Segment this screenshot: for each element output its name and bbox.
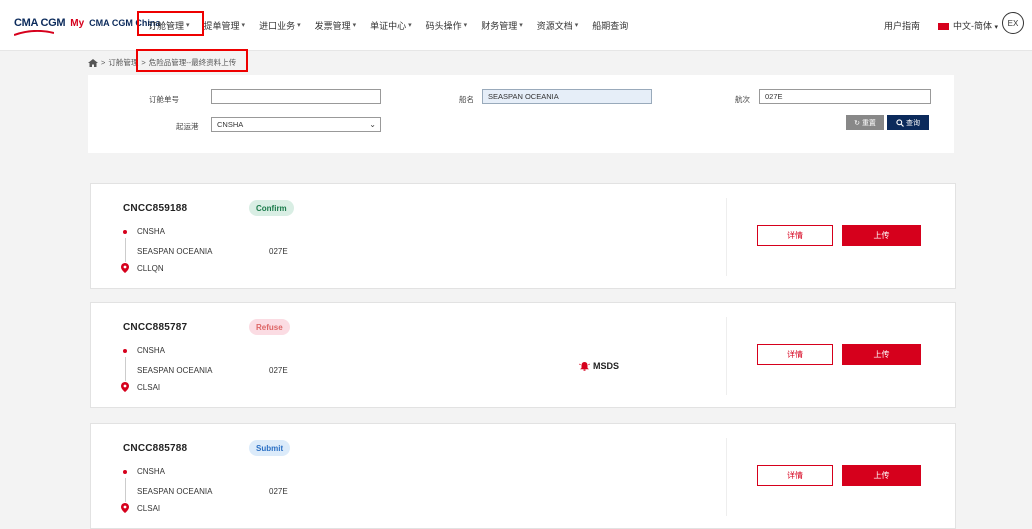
pod-code: CLSAI xyxy=(137,504,161,513)
pol-label: 起运港 xyxy=(176,122,199,131)
breadcrumb-sep: > xyxy=(101,58,106,67)
pod-code: CLLQN xyxy=(137,264,164,273)
pol-code: CNSHA xyxy=(137,227,166,236)
nav-terminal[interactable]: 码头操作 ▾ xyxy=(426,19,468,32)
nav-schedule[interactable]: 船期查询 xyxy=(592,19,628,32)
status-badge: Refuse xyxy=(249,319,290,335)
route-line xyxy=(124,238,126,262)
vessel-label: 船名 xyxy=(459,95,474,104)
vessel-name: SEASPAN OCEANIA xyxy=(137,487,213,496)
search-label: 查询 xyxy=(906,119,920,127)
booking-no-input[interactable] xyxy=(211,89,381,104)
voyage-label: 航次 xyxy=(735,95,750,104)
chevron-down-icon: ▾ xyxy=(297,22,301,29)
nav-docs[interactable]: 单证中心 ▾ xyxy=(370,19,412,32)
msds-label: MSDS xyxy=(593,361,620,371)
nav-resources-label: 资源文档 xyxy=(536,20,573,31)
voyage-input[interactable]: 027E xyxy=(759,89,931,104)
search-button[interactable]: 查询 xyxy=(887,115,929,130)
nav-import-label: 进口业务 xyxy=(259,20,296,31)
language-select[interactable]: 中文-简体 ▾ xyxy=(937,19,998,32)
pol-code: CNSHA xyxy=(137,467,166,476)
chevron-down-icon: ▾ xyxy=(519,22,523,29)
voyage-number: 027E xyxy=(269,366,288,375)
logo-swoosh-icon xyxy=(14,30,54,36)
refresh-icon: ↻ xyxy=(854,119,860,127)
nav-bl-label: 提单管理 xyxy=(203,20,240,31)
divider xyxy=(726,438,727,516)
highlight-box xyxy=(136,49,248,72)
chevron-down-icon: ⌄ xyxy=(369,120,376,129)
route-line xyxy=(124,357,126,381)
voyage-number: 027E xyxy=(269,247,288,256)
search-panel: 订舱单号 船名 SEASPAN OCEANIA 航次 027E 起运港 CNSH… xyxy=(88,75,954,153)
location-pin-icon xyxy=(121,382,129,392)
home-icon[interactable] xyxy=(88,58,98,67)
nav-schedule-label: 船期查询 xyxy=(592,20,629,31)
reset-label: 重置 xyxy=(861,119,876,127)
nav-import[interactable]: 进口业务 ▾ xyxy=(259,19,301,32)
booking-no-label: 订舱单号 xyxy=(149,95,179,104)
chevron-down-icon: ▾ xyxy=(463,22,468,29)
divider xyxy=(726,198,727,276)
reset-button[interactable]: ↻ 重置 xyxy=(846,115,884,130)
chevron-down-icon: ▾ xyxy=(574,22,579,29)
nav-finance-label: 财务管理 xyxy=(481,20,518,31)
status-badge: Confirm xyxy=(249,200,294,216)
nav-invoice[interactable]: 发票管理 ▾ xyxy=(315,19,357,32)
booking-number[interactable]: CNCC859188 xyxy=(123,203,187,214)
alarm-bell-icon xyxy=(579,362,590,371)
highlight-box xyxy=(137,11,204,36)
msds-link[interactable]: MSDS xyxy=(579,361,619,371)
search-icon xyxy=(896,118,904,127)
logo-my: My xyxy=(70,18,85,29)
upload-button[interactable]: 上传 xyxy=(842,344,921,365)
chevron-down-icon: ▾ xyxy=(352,22,357,29)
pol-select-value: CNSHA xyxy=(217,120,244,129)
booking-card: CNCC885788 Submit CNSHA SEASPAN OCEANIA … xyxy=(90,423,956,529)
divider xyxy=(726,317,727,395)
detail-button[interactable]: 详情 xyxy=(757,225,833,246)
nav-finance[interactable]: 财务管理 ▾ xyxy=(481,19,523,32)
main-nav: 订舱管理 ▾ 提单管理 ▾ 进口业务 ▾ 发票管理 ▾ 单证中心 ▾ 码头操作 ▾ 财务管理… xyxy=(148,0,642,50)
chevron-down-icon: ▾ xyxy=(241,22,246,29)
nav-bl[interactable]: 提单管理 ▾ xyxy=(204,19,246,32)
pol-select[interactable]: CNSHA ⌄ xyxy=(211,117,381,132)
nav-resources[interactable]: 资源文档 ▾ xyxy=(537,19,579,32)
detail-button[interactable]: 详情 xyxy=(757,465,833,486)
top-navbar: CMA CGM My CMA CGM China 订舱管理 ▾ 提单管理 ▾ 进口业… xyxy=(0,0,1032,51)
user-avatar[interactable]: EX xyxy=(1002,12,1024,34)
origin-dot-icon xyxy=(123,349,127,353)
chevron-down-icon: ▾ xyxy=(408,22,412,29)
booking-card: CNCC885787 Refuse CNSHA SEASPAN OCEANIA … xyxy=(90,302,956,408)
detail-button[interactable]: 详情 xyxy=(757,344,833,365)
china-flag-icon xyxy=(937,22,949,30)
pol-code: CNSHA xyxy=(137,346,166,355)
location-pin-icon xyxy=(121,263,129,273)
location-pin-icon xyxy=(121,503,129,513)
upload-button[interactable]: 上传 xyxy=(842,225,921,246)
status-badge: Submit xyxy=(249,440,291,456)
upload-button[interactable]: 上传 xyxy=(842,465,921,486)
nav-docs-label: 单证中心 xyxy=(370,20,407,31)
voyage-number: 027E xyxy=(269,487,288,496)
booking-number[interactable]: CNCC885788 xyxy=(123,443,187,454)
logo-cma-cgm: CMA CGM xyxy=(14,17,66,29)
booking-card: CNCC859188 Confirm CNSHA SEASPAN OCEANIA… xyxy=(90,183,956,289)
nav-terminal-label: 码头操作 xyxy=(425,20,462,31)
vessel-input[interactable]: SEASPAN OCEANIA xyxy=(482,89,652,104)
booking-number[interactable]: CNCC885787 xyxy=(123,322,187,333)
right-nav: 用户指南 中文-简体 ▾ xyxy=(884,0,998,50)
origin-dot-icon xyxy=(123,470,127,474)
user-guide-link[interactable]: 用户指南 xyxy=(884,19,920,32)
route-line xyxy=(124,478,126,502)
vessel-name: SEASPAN OCEANIA xyxy=(137,247,213,256)
vessel-name: SEASPAN OCEANIA xyxy=(137,366,213,375)
nav-invoice-label: 发票管理 xyxy=(314,20,351,31)
origin-dot-icon xyxy=(123,230,127,234)
pod-code: CLSAI xyxy=(137,383,161,392)
chevron-down-icon: ▾ xyxy=(994,23,998,31)
language-label: 中文-简体 xyxy=(952,20,992,31)
breadcrumb-root[interactable]: 订舱管理 xyxy=(108,57,138,68)
